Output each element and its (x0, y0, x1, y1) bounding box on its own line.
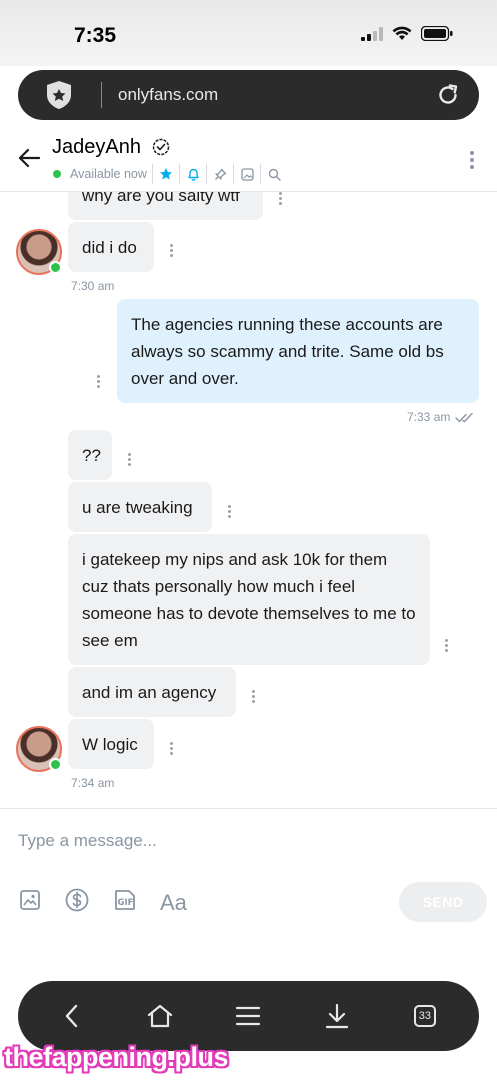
message-options-icon[interactable] (170, 742, 174, 755)
message-options-icon[interactable] (445, 639, 449, 652)
watermark: thefappening.plus (4, 1042, 229, 1072)
menu-icon[interactable] (223, 991, 273, 1041)
wifi-icon (392, 26, 412, 46)
message-options-icon[interactable] (170, 244, 174, 257)
message-composer: GIF Aa SEND (0, 808, 497, 968)
pin-icon[interactable] (206, 164, 233, 184)
message-bubble-incoming[interactable]: and im an agency (68, 667, 236, 717)
status-time: 7:35 (74, 24, 117, 47)
message-bubble-incoming[interactable]: why are you salty wtf (68, 192, 263, 220)
signal-icon (361, 26, 383, 46)
message-options-icon[interactable] (128, 453, 132, 466)
text-format-icon[interactable]: Aa (160, 890, 187, 916)
message-timestamp: 7:34 am (71, 776, 115, 790)
url-divider (101, 82, 102, 108)
back-arrow-icon[interactable] (18, 148, 41, 173)
svg-text:GIF: GIF (118, 898, 134, 908)
message-options-icon[interactable] (228, 505, 232, 518)
avatar[interactable] (16, 726, 62, 772)
message-text: did i do (82, 238, 137, 257)
message-bubble-incoming[interactable]: ?? (68, 430, 112, 480)
battery-icon (420, 25, 453, 46)
read-receipt-icon (455, 411, 475, 429)
message-text: The agencies running these accounts are … (131, 315, 444, 388)
tabs-count: 33 (413, 1005, 436, 1027)
chat-header: JadeyAnh Available now (0, 124, 497, 192)
url-text[interactable]: onlyfans.com (118, 85, 218, 105)
message-text: u are tweaking (82, 498, 193, 517)
online-status-dot (53, 170, 61, 178)
message-list[interactable]: why are you salty wtf did i do 7:30 am T… (0, 192, 497, 808)
search-icon[interactable] (260, 164, 287, 184)
gallery-icon[interactable] (233, 164, 260, 184)
message-bubble-incoming[interactable]: i gatekeep my nips and ask 10k for them … (68, 534, 430, 665)
availability-status: Available now (70, 167, 147, 181)
bell-icon[interactable] (179, 164, 206, 184)
message-text: W logic (82, 735, 138, 754)
download-icon[interactable] (312, 991, 362, 1041)
avatar-online-dot (49, 261, 62, 274)
message-bubble-outgoing[interactable]: The agencies running these accounts are … (117, 299, 479, 403)
send-button[interactable]: SEND (399, 882, 487, 922)
tip-dollar-icon[interactable] (64, 887, 90, 918)
avatar[interactable] (16, 229, 62, 275)
message-options-icon[interactable] (279, 192, 283, 205)
message-text: ?? (82, 446, 101, 465)
verified-icon (152, 138, 170, 161)
back-chevron-icon[interactable] (47, 991, 97, 1041)
message-bubble-incoming[interactable]: W logic (68, 719, 154, 769)
gif-icon[interactable]: GIF (112, 888, 138, 917)
image-upload-icon[interactable] (18, 888, 42, 917)
contact-name[interactable]: JadeyAnh (52, 136, 141, 159)
tabs-icon[interactable]: 33 (400, 991, 450, 1041)
message-options-icon[interactable] (97, 375, 101, 388)
avatar-online-dot (49, 758, 62, 771)
status-bar: 7:35 (0, 0, 497, 66)
message-text: and im an agency (82, 683, 217, 702)
message-bubble-incoming[interactable]: u are tweaking (68, 482, 212, 532)
message-timestamp: 7:33 am (407, 410, 451, 424)
message-bubble-incoming[interactable]: did i do (68, 222, 154, 272)
message-text: why are you salty wtf (82, 192, 240, 205)
status-icons (361, 25, 453, 46)
message-text: i gatekeep my nips and ask 10k for them … (82, 550, 416, 650)
reload-icon[interactable] (435, 82, 461, 113)
message-timestamp: 7:30 am (71, 279, 115, 293)
browser-url-bar[interactable]: onlyfans.com (18, 70, 479, 120)
browser-bottom-nav: 33 (18, 981, 479, 1051)
more-options-icon[interactable] (469, 150, 475, 175)
star-icon[interactable] (152, 164, 179, 184)
composer-tools: GIF Aa (18, 887, 187, 918)
message-options-icon[interactable] (252, 690, 256, 703)
chat-header-tools (152, 164, 287, 184)
message-input[interactable] (18, 831, 458, 851)
shield-icon[interactable] (45, 80, 73, 115)
home-icon[interactable] (135, 991, 185, 1041)
